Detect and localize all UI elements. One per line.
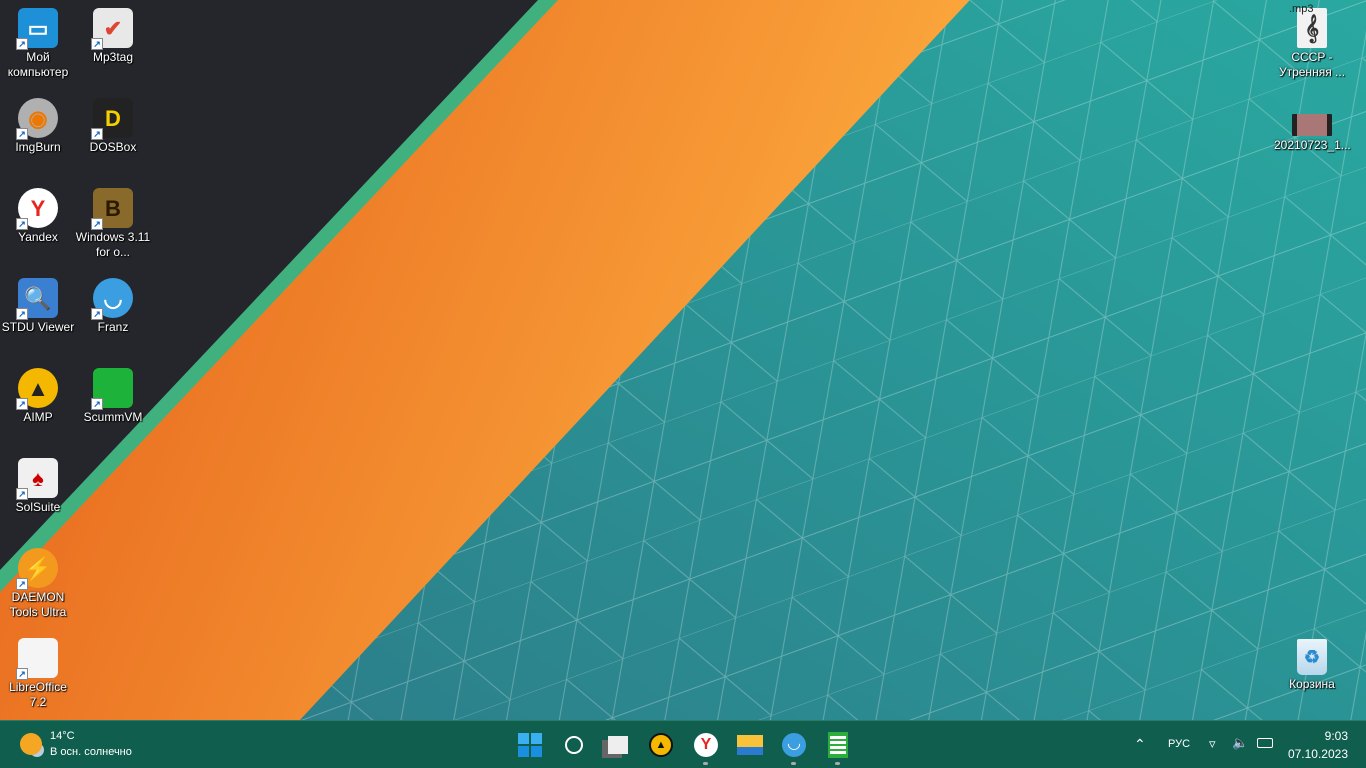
franz-icon: ◡ ↗ [91, 278, 133, 320]
shortcut-arrow-icon: ↗ [16, 128, 28, 140]
yandex-icon: Y [694, 733, 718, 757]
shortcut-arrow-icon: ↗ [91, 308, 103, 320]
taskbar-libreoffice-calc-button[interactable] [824, 731, 852, 765]
daemon-icon: ⚡ ↗ [16, 548, 58, 590]
shortcut-arrow-icon: ↗ [16, 38, 28, 50]
magnifier-icon: 🔍 ↗ [16, 278, 58, 320]
taskbar-yandex-button[interactable]: Y [692, 731, 720, 765]
taskbar-start-button[interactable] [516, 731, 544, 759]
shortcut-arrow-icon: ↗ [16, 488, 28, 500]
desktop-icon-stdu-viewer[interactable]: 🔍 ↗ STDU Viewer [0, 270, 76, 335]
icon-label: SolSuite [15, 500, 61, 514]
desktop-icon-libreoffice-7-2[interactable]: ↗ LibreOffice 7.2 [0, 630, 76, 710]
task-view-icon [608, 736, 628, 754]
taskbar-search-button[interactable] [560, 731, 588, 759]
desktop-icon-мой-компьютер[interactable]: ▭ ↗ Мой компьютер [0, 0, 76, 80]
aimp-icon: ▲ ↗ [16, 368, 58, 410]
desktop-icon-yandex[interactable]: Y ↗ Yandex [0, 180, 76, 245]
shortcut-arrow-icon: ↗ [91, 38, 103, 50]
desktop-icon-recycle-bin[interactable]: ♻ Корзина [1274, 615, 1350, 692]
desktop-icon-mp3tag[interactable]: ✔ ↗ Mp3tag [75, 0, 151, 65]
mp3tag-icon: ✔ ↗ [91, 8, 133, 50]
clock-date: 07.10.2023 [1287, 747, 1348, 761]
aimp-icon: ▲ [649, 733, 673, 757]
shortcut-arrow-icon: ↗ [16, 668, 28, 680]
desktop-icon-solsuite[interactable]: ♠ ↗ SolSuite [0, 450, 76, 515]
weather-sun-cloud-icon [20, 733, 42, 755]
disc-icon: ◉ ↗ [16, 98, 58, 140]
desktop-icon-video-file[interactable]: 20210723_1... [1274, 90, 1351, 153]
icon-label: AIMP [23, 410, 53, 424]
icon-label: Windows 3.11 for o... [75, 230, 151, 259]
monitor-icon: ▭ ↗ [16, 8, 58, 50]
shortcut-arrow-icon: ↗ [16, 398, 28, 410]
dosbox-box-icon: B ↗ [91, 188, 133, 230]
desktop-wallpaper [0, 0, 1366, 720]
weather-widget[interactable]: 14°C В осн. солнечно [18, 727, 158, 763]
weather-temp: 14°C [50, 730, 75, 742]
yandex-icon: Y ↗ [16, 188, 58, 230]
desktop-icon-daemon-tools-ultra[interactable]: ⚡ ↗ DAEMON Tools Ultra [0, 540, 76, 620]
video-file-icon [1292, 114, 1332, 136]
taskbar-explorer-button[interactable] [736, 731, 764, 759]
windows-start-icon [518, 733, 542, 757]
icon-label: STDU Viewer [1, 320, 75, 334]
shortcut-arrow-icon: ↗ [91, 398, 103, 410]
file-badge: .mp3 [1289, 3, 1314, 15]
desktop-icon-imgburn[interactable]: ◉ ↗ ImgBurn [0, 90, 76, 155]
taskbar: 14°C В осн. солнечно ▲ Y ◡ ⌃ РУС ▿ 🔈 9:03 … [0, 720, 1366, 768]
show-hidden-icons-chevron-icon[interactable]: ⌃ [1134, 736, 1146, 753]
shortcut-arrow-icon: ↗ [91, 218, 103, 230]
taskbar-aimp-button[interactable]: ▲ [647, 731, 675, 759]
language-indicator[interactable]: РУС [1168, 738, 1190, 750]
desktop-icon-mp3-file[interactable]: 𝄞 .mp3 СССР - Утренняя ... [1274, 0, 1350, 80]
icon-label: ImgBurn [15, 140, 61, 154]
icon-label: LibreOffice 7.2 [9, 680, 67, 709]
taskbar-task-view-button[interactable] [604, 731, 632, 759]
document-icon: ↗ [16, 638, 58, 680]
icon-label: DOSBox [89, 140, 137, 154]
desktop-icon-scummvm[interactable]: S ↗ ScummVM [75, 360, 151, 425]
clock[interactable]: 9:03 07.10.2023 [1280, 727, 1348, 763]
dosbox-icon: D ↗ [91, 98, 133, 140]
desktop-icon-windows-3-11-for-o-[interactable]: B ↗ Windows 3.11 for o... [75, 180, 151, 260]
scummvm-icon: S ↗ [91, 368, 133, 410]
icon-label: СССР - Утренняя ... [1278, 50, 1346, 79]
desktop-icon-franz[interactable]: ◡ ↗ Franz [75, 270, 151, 335]
icon-label: ScummVM [83, 410, 143, 424]
taskbar-franz-button[interactable]: ◡ [780, 731, 808, 765]
icon-label: Franz [97, 320, 129, 334]
cards-icon: ♠ ↗ [16, 458, 58, 500]
icon-label: 20210723_1... [1274, 138, 1351, 152]
franz-icon: ◡ [782, 733, 806, 757]
desktop-icon-aimp[interactable]: ▲ ↗ AIMP [0, 360, 76, 425]
icon-label: Yandex [18, 230, 58, 244]
shortcut-arrow-icon: ↗ [16, 308, 28, 320]
icon-label: Мой компьютер [7, 50, 69, 79]
wifi-icon[interactable]: ▿ [1209, 736, 1216, 752]
volume-icon[interactable]: 🔈 [1232, 735, 1248, 751]
calc-icon [828, 732, 848, 758]
running-indicator [791, 762, 796, 765]
mp3-file-icon: 𝄞 .mp3 [1289, 3, 1327, 48]
icon-label: Корзина [1289, 677, 1335, 691]
weather-desc: В осн. солнечно [50, 746, 132, 758]
desktop-icon-dosbox[interactable]: D ↗ DOSBox [75, 90, 151, 155]
search-icon [565, 736, 583, 754]
shortcut-arrow-icon: ↗ [91, 128, 103, 140]
running-indicator [703, 762, 708, 765]
clock-time: 9:03 [1324, 729, 1348, 743]
icon-label: DAEMON Tools Ultra [9, 590, 67, 619]
battery-icon[interactable] [1257, 738, 1273, 748]
recycle-bin-icon: ♻ [1297, 639, 1327, 675]
running-indicator [835, 762, 840, 765]
icon-label: Mp3tag [92, 50, 134, 64]
folder-icon [737, 735, 763, 755]
shortcut-arrow-icon: ↗ [16, 578, 28, 590]
shortcut-arrow-icon: ↗ [16, 218, 28, 230]
